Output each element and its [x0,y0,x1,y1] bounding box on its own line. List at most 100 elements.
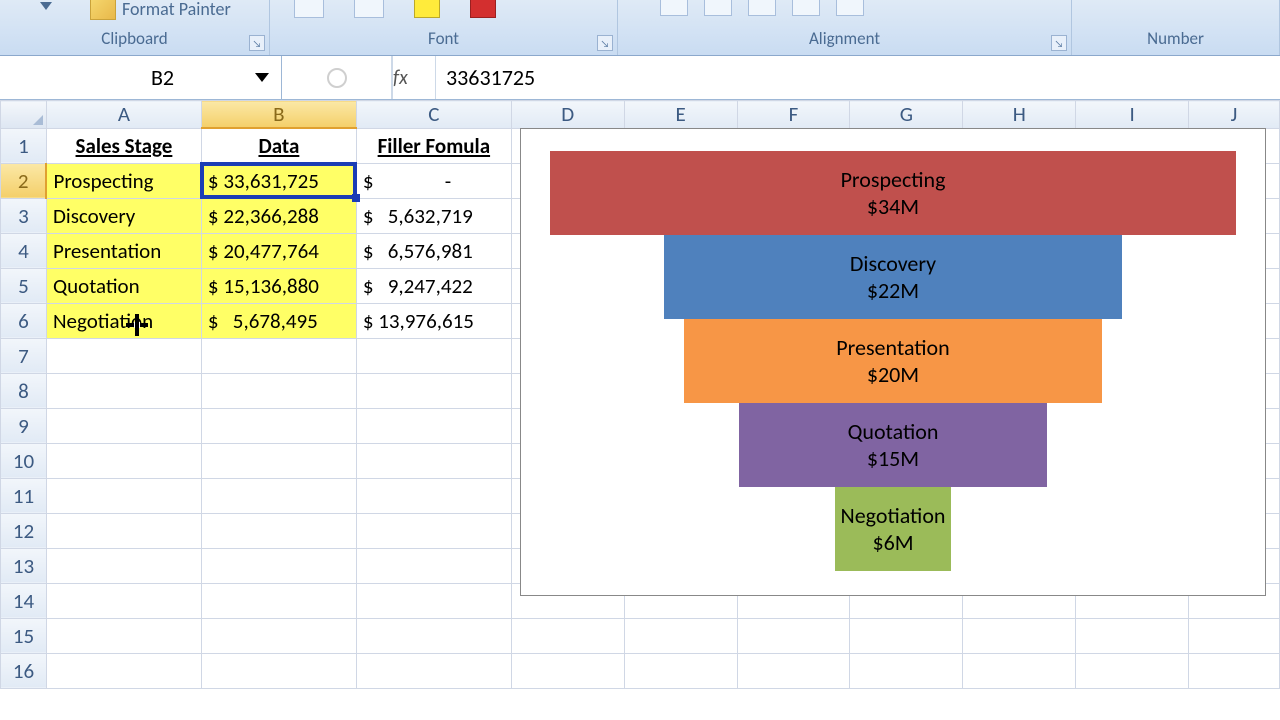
cell-B4[interactable]: $ 20,477,764 [201,233,356,268]
funnel-bar-discovery[interactable]: Discovery $22M [664,235,1122,319]
row-header-10[interactable]: 10 [1,443,47,478]
cell-A4[interactable]: Presentation [46,233,201,268]
cell-A5[interactable]: Quotation [46,268,201,303]
cancel-icon[interactable] [326,67,348,89]
cell[interactable] [46,618,201,653]
cell-C5[interactable]: $ 9,247,422 [356,268,511,303]
name-box[interactable]: B2 [0,56,282,99]
formula-bar-input[interactable]: 33631725 [436,56,1280,99]
col-header-G[interactable]: G [850,101,963,129]
cell[interactable] [1189,618,1280,653]
row-header-8[interactable]: 8 [1,373,47,408]
col-header-C[interactable]: C [356,101,511,129]
cell[interactable] [46,653,201,688]
cell-B1[interactable]: Data [201,128,356,163]
cell[interactable] [850,653,963,688]
dialog-launcher-icon[interactable]: ↘ [249,35,265,51]
cell[interactable] [356,513,511,548]
fx-button[interactable]: fx [392,56,436,99]
cell-C2[interactable]: $ - [356,163,511,198]
cell-A1[interactable]: Sales Stage [46,128,201,163]
row-header-15[interactable]: 15 [1,618,47,653]
worksheet-grid[interactable]: A B C D E F G H I J 1 Sales Stage Data F… [0,100,1280,720]
cell[interactable] [511,653,624,688]
row-header-12[interactable]: 12 [1,513,47,548]
embedded-chart[interactable]: Prospecting $34M Discovery $22M Presenta… [520,128,1266,596]
cell[interactable] [356,408,511,443]
cell[interactable] [356,338,511,373]
cell-B3[interactable]: $ 22,366,288 [201,198,356,233]
cell[interactable] [201,478,356,513]
cell[interactable] [1189,653,1280,688]
cell[interactable] [1076,653,1189,688]
row-header-16[interactable]: 16 [1,653,47,688]
cell[interactable] [201,338,356,373]
row-header-11[interactable]: 11 [1,478,47,513]
row-header-4[interactable]: 4 [1,233,47,268]
row-header-13[interactable]: 13 [1,548,47,583]
cell[interactable] [511,618,624,653]
dialog-launcher-icon[interactable]: ↘ [597,35,613,51]
cell[interactable] [46,548,201,583]
cell[interactable] [201,583,356,618]
cell[interactable] [624,618,737,653]
col-header-B[interactable]: B [201,101,356,129]
col-header-D[interactable]: D [511,101,624,129]
cell-B2[interactable]: $ 33,631,725 [201,163,356,198]
cell[interactable] [356,618,511,653]
cell[interactable] [356,653,511,688]
cell-C4[interactable]: $ 6,576,981 [356,233,511,268]
cell[interactable] [201,443,356,478]
row-header-6[interactable]: 6 [1,303,47,338]
row-header-9[interactable]: 9 [1,408,47,443]
funnel-bar-negotiation[interactable]: Negotiation $6M [835,487,951,571]
cell[interactable] [201,513,356,548]
row-header-5[interactable]: 5 [1,268,47,303]
cell-A6[interactable]: Negotiation [46,303,201,338]
cell[interactable] [46,513,201,548]
cell[interactable] [356,583,511,618]
cell-A2[interactable]: Prospecting [46,163,201,198]
cell[interactable] [963,618,1076,653]
cell[interactable] [46,408,201,443]
col-header-J[interactable]: J [1189,101,1280,129]
col-header-F[interactable]: F [737,101,850,129]
cell-A3[interactable]: Discovery [46,198,201,233]
dialog-launcher-icon[interactable]: ↘ [1051,35,1067,51]
col-header-I[interactable]: I [1076,101,1189,129]
cell[interactable] [46,373,201,408]
cell[interactable] [46,478,201,513]
cell[interactable] [201,408,356,443]
cell[interactable] [356,548,511,583]
cell[interactable] [46,443,201,478]
cell[interactable] [46,338,201,373]
cell[interactable] [201,548,356,583]
cell[interactable] [356,443,511,478]
cell-C1[interactable]: Filler Fomula [356,128,511,163]
cell[interactable] [963,653,1076,688]
cell-C3[interactable]: $ 5,632,719 [356,198,511,233]
funnel-bar-quotation[interactable]: Quotation $15M [739,403,1047,487]
col-header-A[interactable]: A [46,101,201,129]
row-header-3[interactable]: 3 [1,198,47,233]
funnel-bar-presentation[interactable]: Presentation $20M [684,319,1102,403]
cell[interactable] [1076,618,1189,653]
row-header-7[interactable]: 7 [1,338,47,373]
cell[interactable] [737,618,850,653]
select-all-corner[interactable] [1,101,47,129]
cell-B5[interactable]: $ 15,136,880 [201,268,356,303]
cell[interactable] [46,583,201,618]
cell[interactable] [201,373,356,408]
cell[interactable] [737,653,850,688]
row-header-1[interactable]: 1 [1,128,47,163]
cell[interactable] [201,653,356,688]
cell-B6[interactable]: $ 5,678,495 [201,303,356,338]
col-header-H[interactable]: H [963,101,1076,129]
funnel-bar-prospecting[interactable]: Prospecting $34M [550,151,1236,235]
cell[interactable] [624,653,737,688]
col-header-E[interactable]: E [624,101,737,129]
cell[interactable] [201,618,356,653]
cell[interactable] [356,478,511,513]
row-header-14[interactable]: 14 [1,583,47,618]
cell[interactable] [356,373,511,408]
